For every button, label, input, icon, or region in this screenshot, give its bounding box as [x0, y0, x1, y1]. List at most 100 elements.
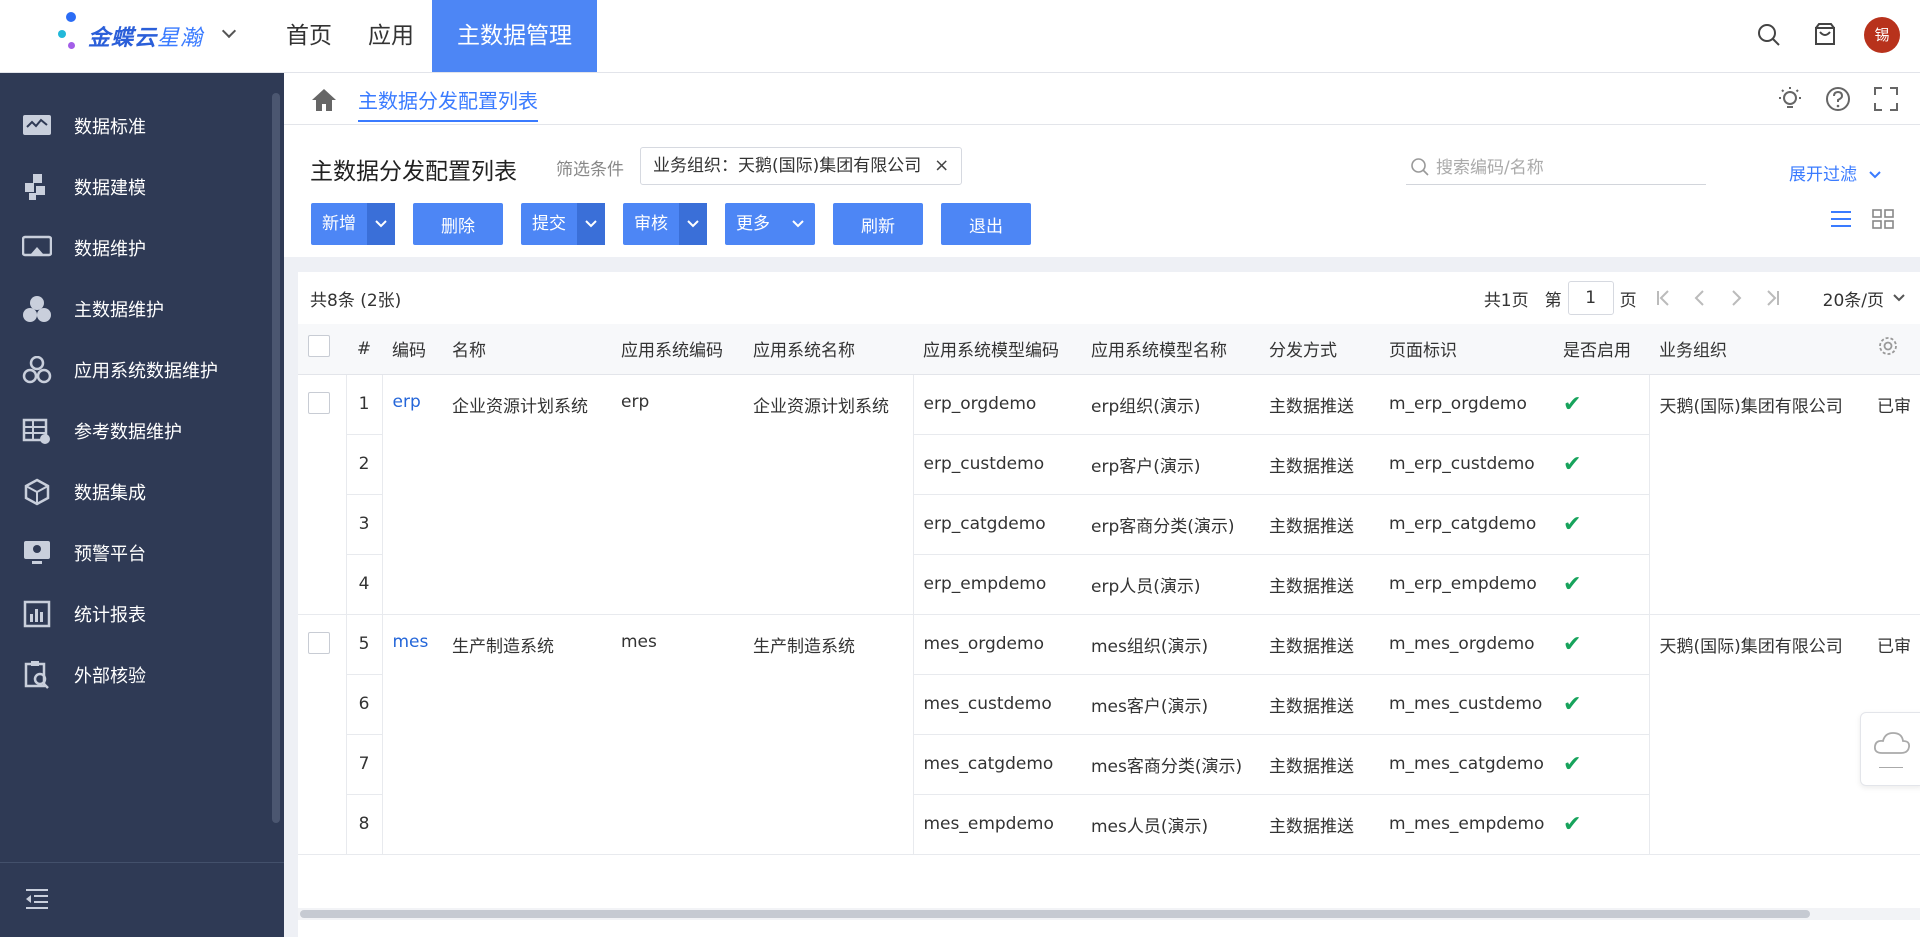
check-icon: ✔ — [1563, 511, 1582, 537]
enabled-cell: ✔ — [1553, 614, 1650, 675]
sidebar-item-data-maintenance[interactable]: 数据维护 — [0, 218, 270, 278]
sidebar-item-data-integration[interactable]: 数据集成 — [0, 462, 270, 522]
pager-nav — [1653, 287, 1783, 309]
fullscreen-icon[interactable] — [1872, 85, 1900, 117]
chevron-down-icon[interactable] — [367, 203, 395, 245]
sidebar-item-data-standard[interactable]: 数据标准 — [0, 96, 270, 156]
gear-icon[interactable] — [1877, 335, 1899, 357]
name-cell: 企业资源计划系统 — [442, 374, 611, 615]
next-page-icon[interactable] — [1725, 287, 1747, 309]
chevron-down-icon — [1869, 171, 1882, 179]
check-icon: ✔ — [1563, 631, 1582, 657]
bar-report-icon — [22, 599, 52, 629]
sidebar-item-app-data[interactable]: 应用系统数据维护 — [0, 340, 270, 400]
submit-button[interactable]: 提交 — [521, 203, 605, 245]
page-size-value: 20条/页 — [1822, 290, 1884, 311]
column-header[interactable]: 应用系统模型编码 — [913, 324, 1081, 375]
prev-page-icon[interactable] — [1689, 287, 1711, 309]
column-header[interactable]: 页面标识 — [1379, 324, 1553, 375]
horizontal-scrollbar[interactable] — [298, 908, 1920, 920]
page-title: 主数据分发配置列表 — [310, 159, 517, 185]
monitor-chart-icon — [22, 111, 52, 141]
chevron-down-icon[interactable] — [577, 203, 605, 245]
row-checkbox[interactable] — [308, 391, 330, 414]
breadcrumb-actions — [1776, 85, 1900, 117]
column-header[interactable]: 业务组织 — [1649, 324, 1867, 375]
list-view-icon[interactable] — [1830, 209, 1852, 233]
top-nav-apps[interactable]: 应用 — [350, 0, 432, 72]
sidebar-item-label: 应用系统数据维护 — [74, 361, 218, 382]
add-button[interactable]: 新增 — [311, 203, 395, 245]
column-header[interactable]: 名称 — [442, 324, 611, 375]
column-header[interactable]: # — [346, 324, 382, 375]
row-seq: 8 — [345, 794, 383, 855]
pagination: 共1页 第 1 页 20条/页 — [1484, 280, 1906, 316]
enabled-cell: ✔ — [1553, 434, 1650, 495]
code-link[interactable]: erp — [382, 374, 442, 615]
top-bar: 金蝶云星瀚 首页 应用 主数据管理 锡 — [0, 0, 1920, 73]
alert-screen-icon — [22, 538, 52, 568]
first-page-icon[interactable] — [1653, 287, 1675, 309]
row-seq: 6 — [345, 674, 383, 735]
submit-button-label: 提交 — [532, 214, 566, 234]
exit-button[interactable]: 退出 — [941, 203, 1031, 245]
select-all-checkbox[interactable] — [308, 335, 330, 358]
top-nav-mdm[interactable]: 主数据管理 — [432, 0, 597, 72]
column-header[interactable]: 应用系统模型名称 — [1081, 324, 1259, 375]
sidebar-item-reference-data[interactable]: 参考数据维护 — [0, 401, 270, 461]
model-name-cell: erp人员(演示) — [1081, 554, 1259, 615]
top-nav-home[interactable]: 首页 — [268, 0, 350, 72]
collapse-menu-icon[interactable] — [24, 887, 50, 915]
last-page-icon[interactable] — [1761, 287, 1783, 309]
lightbulb-icon[interactable] — [1776, 85, 1804, 117]
page-id-cell: m_erp_empdemo — [1379, 554, 1553, 615]
expand-filter-link[interactable]: 展开过滤 — [1789, 160, 1882, 185]
table-row[interactable]: 1 erp 企业资源计划系统 erp 企业资源计划系统 erp_orgdemo … — [298, 374, 1920, 615]
model-code-cell: erp_custdemo — [912, 434, 1081, 495]
sidebar-item-statistics[interactable]: 统计报表 — [0, 584, 270, 644]
sidebar-item-alert-platform[interactable]: 预警平台 — [0, 523, 270, 583]
sidebar-item-label: 数据集成 — [74, 483, 146, 504]
column-header[interactable]: 应用系统名称 — [743, 324, 913, 375]
code-link[interactable]: mes — [382, 614, 442, 855]
audit-button[interactable]: 审核 — [623, 203, 707, 245]
avatar[interactable]: 锡 — [1864, 17, 1900, 53]
column-header[interactable]: 应用系统编码 — [611, 324, 743, 375]
divider — [1879, 767, 1903, 768]
close-icon[interactable]: × — [934, 148, 949, 184]
page-size-select[interactable]: 20条/页 — [1823, 286, 1906, 311]
scrollbar-thumb[interactable] — [300, 910, 1810, 918]
message-bag-icon[interactable] — [1808, 18, 1842, 52]
check-icon: ✔ — [1563, 391, 1582, 417]
chevron-down-icon[interactable] — [221, 23, 237, 39]
logo-dot-icon — [58, 30, 66, 38]
help-icon[interactable] — [1824, 85, 1852, 117]
page-number-input[interactable]: 1 — [1567, 281, 1614, 315]
row-checkbox[interactable] — [308, 631, 330, 654]
search-input[interactable] — [1436, 155, 1696, 181]
sidebar-item-master-data[interactable]: 主数据维护 — [0, 279, 270, 339]
more-button[interactable]: 更多 — [725, 203, 815, 245]
brand-logo[interactable]: 金蝶云星瀚 — [52, 12, 242, 60]
filter-chip-org[interactable]: 业务组织：天鹅(国际)集团有限公司 × — [640, 147, 963, 185]
sidebar-scrollbar[interactable] — [272, 93, 280, 823]
column-header[interactable]: 是否启用 — [1553, 324, 1649, 375]
refresh-button[interactable]: 刷新 — [833, 203, 923, 245]
org-cell: 天鹅(国际)集团有限公司 — [1649, 374, 1867, 615]
sidebar-item-data-modeling[interactable]: 数据建模 — [0, 157, 270, 217]
breadcrumb-current-tab[interactable]: 主数据分发配置列表 — [358, 85, 538, 122]
column-header[interactable]: 编码 — [382, 324, 442, 375]
view-switch — [1830, 209, 1894, 233]
screen-icon — [22, 233, 52, 263]
chevron-down-icon[interactable] — [679, 203, 707, 245]
cloud-float-button[interactable] — [1860, 712, 1920, 786]
card-view-icon[interactable] — [1872, 209, 1894, 233]
model-code-cell: mes_catgdemo — [912, 734, 1081, 795]
delete-button[interactable]: 删除 — [413, 203, 503, 245]
more-button-label: 更多 — [736, 214, 770, 234]
sidebar-item-external-check[interactable]: 外部核验 — [0, 645, 270, 705]
column-header[interactable]: 分发方式 — [1259, 324, 1379, 375]
home-icon[interactable] — [310, 87, 338, 117]
table-row[interactable]: 5 mes 生产制造系统 mes 生产制造系统 mes_orgdemo mes组… — [298, 614, 1920, 855]
search-icon[interactable] — [1752, 18, 1786, 52]
